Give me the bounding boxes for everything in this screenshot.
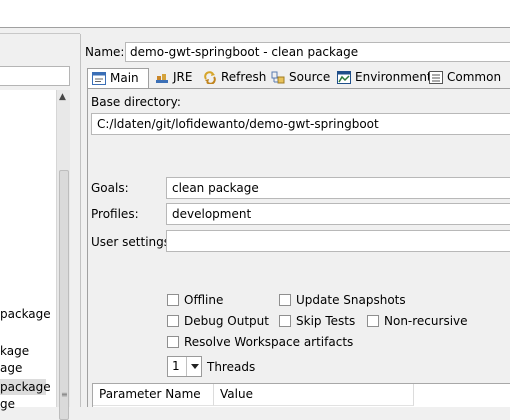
checkbox-box[interactable] <box>167 315 179 327</box>
tab-label: Common <box>447 70 502 84</box>
tab-common[interactable]: Common <box>425 68 503 88</box>
tab-refresh[interactable]: Refresh <box>199 68 267 88</box>
launch-config-tree: package kage age package ge <box>0 90 56 411</box>
checkbox-label: Resolve Workspace artifacts <box>184 335 354 349</box>
goals-field[interactable]: clean package <box>166 177 510 199</box>
skip-tests-checkbox[interactable]: Skip Tests <box>279 313 355 329</box>
main-tab-icon <box>92 72 106 85</box>
main-tab-content: Base directory: C:/ldaten/git/lofidewant… <box>87 89 510 407</box>
filter-input[interactable] <box>0 66 70 86</box>
threads-label: Threads <box>207 360 256 374</box>
column-header-value[interactable]: Value <box>214 384 414 406</box>
tree-item[interactable]: kage <box>0 343 29 359</box>
non-recursive-checkbox[interactable]: Non-recursive <box>367 313 468 329</box>
environment-icon <box>337 71 351 84</box>
checkbox-box[interactable] <box>367 315 379 327</box>
parameters-table: Parameter Name Value <box>92 383 510 407</box>
user-settings-label: User settings: <box>91 235 175 249</box>
tab-label: Refresh <box>221 70 267 84</box>
checkbox-box[interactable] <box>279 294 291 306</box>
checkbox-label: Debug Output <box>184 314 269 328</box>
tab-label: JRE <box>173 70 193 84</box>
goals-label: Goals: <box>91 181 129 195</box>
common-icon <box>429 71 443 84</box>
checkbox-label: Skip Tests <box>296 314 356 328</box>
debug-output-checkbox[interactable]: Debug Output <box>167 313 269 329</box>
tab-main[interactable]: Main <box>87 68 149 90</box>
config-editor: Name: demo-gwt-springboot - clean packag… <box>80 34 510 407</box>
threads-select[interactable]: 1 <box>167 356 202 377</box>
offline-checkbox[interactable]: Offline <box>167 292 223 308</box>
base-directory-label: Base directory: <box>91 95 181 109</box>
scroll-grip-icon: ≡ <box>61 390 68 399</box>
checkbox-box[interactable] <box>279 315 291 327</box>
threads-value: 1 <box>172 359 180 373</box>
scrollbar-thumb[interactable] <box>59 170 69 420</box>
tree-item[interactable]: package <box>0 306 51 322</box>
tab-jre[interactable]: JRE <box>151 68 197 88</box>
checkbox-box[interactable] <box>167 336 179 348</box>
tab-label: Source <box>289 70 331 84</box>
profiles-field[interactable]: development <box>166 203 510 225</box>
tab-label: Environment <box>355 70 432 84</box>
name-field[interactable]: demo-gwt-springboot - clean package <box>125 42 510 62</box>
refresh-icon <box>203 71 217 85</box>
resolve-workspace-checkbox[interactable]: Resolve Workspace artifacts <box>167 334 353 350</box>
update-snapshots-checkbox[interactable]: Update Snapshots <box>279 292 406 308</box>
launch-config-panel: package kage age package ge ▲ ≡ <box>0 34 76 420</box>
tab-bar: Main JRE Refresh Source Environment Comm… <box>87 68 510 90</box>
checkbox-label: Update Snapshots <box>296 293 406 307</box>
top-toolbar-area <box>0 0 510 28</box>
source-icon <box>271 71 285 84</box>
chevron-down-icon[interactable] <box>186 357 201 376</box>
checkbox-box[interactable] <box>167 294 179 306</box>
name-label: Name: <box>85 45 125 59</box>
checkbox-label: Non-recursive <box>384 314 468 328</box>
scroll-up-arrow-icon[interactable]: ▲ <box>59 92 66 102</box>
vertical-scrollbar[interactable]: ▲ ≡ <box>56 90 70 420</box>
jre-icon <box>155 71 169 84</box>
tab-label: Main <box>110 71 139 85</box>
tab-environment[interactable]: Environment <box>333 68 432 88</box>
tab-source[interactable]: Source <box>267 68 331 88</box>
tree-item[interactable]: ge <box>0 396 15 412</box>
checkbox-label: Offline <box>184 293 224 307</box>
tree-item[interactable]: age <box>0 360 22 376</box>
tree-item-selected[interactable]: package <box>0 379 51 395</box>
profiles-label: Profiles: <box>91 207 139 221</box>
base-directory-field[interactable]: C:/ldaten/git/lofidewanto/demo-gwt-sprin… <box>91 113 510 135</box>
column-header-parameter-name[interactable]: Parameter Name <box>93 384 214 406</box>
user-settings-field[interactable] <box>166 230 510 252</box>
